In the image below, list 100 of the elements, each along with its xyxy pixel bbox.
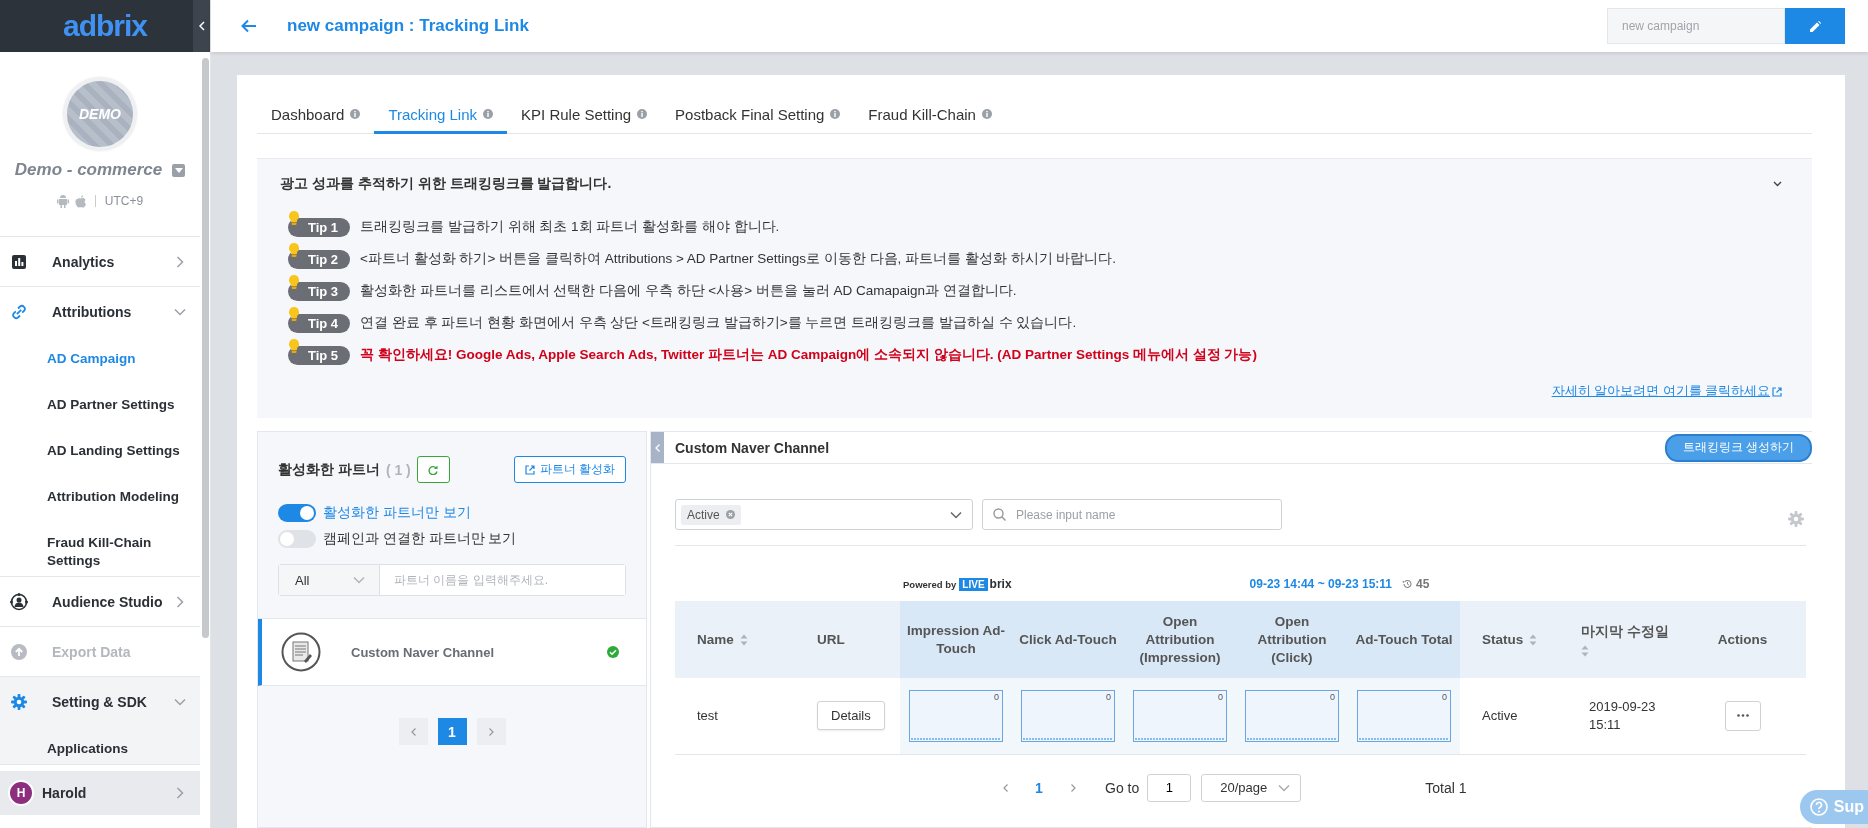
settings-button[interactable]	[1788, 510, 1804, 527]
user-menu[interactable]: H Harold	[0, 771, 200, 815]
page-number-field[interactable]: 1	[1147, 773, 1192, 802]
external-link-icon	[1772, 386, 1782, 397]
apple-icon	[74, 194, 86, 208]
more-icon	[1736, 714, 1749, 718]
dropdown-button[interactable]	[172, 163, 186, 177]
refresh-icon	[428, 464, 439, 475]
metric-value: 0	[994, 691, 999, 702]
nav-subitem[interactable]: Attribution Modeling	[0, 474, 200, 520]
lightbulb-icon	[287, 337, 301, 354]
tip-badge: Tip 2	[288, 249, 351, 269]
nav-item[interactable]: Audience Studio	[0, 577, 200, 626]
link-icon	[11, 303, 27, 320]
info-icon	[350, 109, 361, 119]
user-avatar: H	[8, 780, 34, 806]
tab[interactable]: Dashboard	[257, 97, 375, 134]
nav-item[interactable]: Setting & SDK	[0, 677, 200, 726]
nav-item[interactable]: Analytics	[0, 237, 200, 286]
next-page-button[interactable]	[476, 718, 506, 745]
nav-subitem[interactable]: AD Landing Settings	[0, 428, 200, 474]
column-header: Open Attribution (Click)	[1256, 612, 1328, 667]
tab[interactable]: Fraud Kill-Chain	[854, 97, 1006, 134]
tip-badge: Tip 1	[288, 217, 351, 237]
tab[interactable]: Tracking Link	[374, 97, 508, 134]
total-count: Total 1	[1425, 779, 1467, 796]
partner-filter[interactable]: All 파트너 이름을 입력해주세요.	[278, 564, 626, 596]
nav-subitem[interactable]: Fraud Kill-Chain Settings	[0, 520, 200, 576]
chevron-down-icon	[174, 697, 186, 706]
activate-partner-button[interactable]: 파트너 활성화	[513, 456, 626, 483]
settings-icon	[1788, 510, 1804, 527]
chevron-left-icon	[655, 443, 660, 452]
campaign-name-field[interactable]: new campaign	[1607, 8, 1785, 44]
external-link-icon	[524, 464, 535, 475]
page-button[interactable]: 1	[1027, 774, 1051, 801]
tip-text: 꼭 확인하세요! Google Ads, Apple Search Ads, Twitter 파트너는 AD Campaign에 소속되지 않습니다. (AD Partner Settings 메뉴에서 설정 가능)	[360, 346, 1257, 364]
tab[interactable]: Postback Final Setting	[661, 97, 855, 134]
chevron-right-icon	[176, 255, 184, 268]
lightbulb-icon	[287, 209, 301, 226]
info-icon	[981, 109, 992, 119]
tip-text: 활성화한 파트너를 리스트에서 선택한 다음에 우측 하단 <사용> 버튼을 눌러 AD Camapaign과 연결합니다.	[360, 282, 1017, 300]
remove-icon	[725, 510, 735, 519]
column-header: Impression Ad-Touch	[906, 621, 1006, 658]
type-dropdown[interactable]: All	[279, 565, 380, 595]
collapse-button[interactable]	[193, 0, 210, 52]
edit-button[interactable]	[1785, 8, 1845, 44]
scrollbar[interactable]	[202, 58, 209, 638]
column-header: Name	[697, 630, 734, 649]
search-field[interactable]: Please input name	[982, 499, 1282, 530]
help-link[interactable]: 자세히 알아보려면 여기를 클릭하세요	[1551, 383, 1782, 400]
tip-badge: Tip 4	[288, 313, 351, 333]
details-button[interactable]: Details	[817, 701, 885, 731]
more-button[interactable]	[1724, 700, 1761, 731]
metric-value: 0	[1218, 691, 1223, 702]
document-icon	[281, 632, 321, 672]
collapse-tab[interactable]	[651, 432, 664, 463]
chevron-down-icon	[174, 307, 186, 316]
info-icon	[483, 109, 494, 119]
page-button[interactable]: 1	[437, 718, 467, 745]
tip-text: 연결 완료 후 파트너 현황 화면에서 우측 상단 <트래킹링크 발급하기>를 누르면 트래킹링크를 발급하실 수 있습니다.	[360, 314, 1077, 332]
chevron-right-icon	[488, 727, 494, 736]
partner-item[interactable]: Custom Naver Channel	[258, 619, 646, 686]
tab[interactable]: KPI Rule Setting	[507, 97, 662, 134]
panel-title: Custom Naver Channel	[675, 439, 830, 456]
back-button[interactable]	[241, 19, 257, 33]
chevron-down-icon	[1773, 181, 1782, 187]
filter-tag[interactable]: Active	[681, 504, 741, 525]
account-name: Demo - commerce	[14, 160, 163, 180]
status-filter[interactable]: Active	[675, 499, 973, 530]
android-icon	[56, 194, 69, 208]
chevron-left-icon	[1002, 783, 1008, 792]
avatar-label: DEMO	[79, 106, 121, 122]
metric-value: 0	[1442, 691, 1447, 702]
column-header: 마지막 수정일	[1581, 622, 1669, 641]
adbrix-logo: adbrix	[63, 9, 147, 43]
nav-subitem[interactable]: AD Partner Settings	[0, 382, 200, 428]
refresh-count: 45	[1416, 577, 1430, 591]
table-cell-text: 2019-09-23 15:11	[1589, 697, 1657, 734]
collapse-toggle[interactable]	[1773, 181, 1782, 187]
date-range: 09-23 14:44 ~ 09-23 15:11	[1249, 577, 1393, 591]
page-size-dropdown[interactable]: 20/page	[1201, 773, 1302, 802]
nav-item[interactable]: Attributions	[0, 287, 200, 336]
timezone-label: UTC+9	[104, 194, 144, 208]
chevron-down-icon	[353, 576, 365, 584]
lightbulb-icon	[287, 273, 301, 290]
nav-subitem[interactable]: Applications	[0, 726, 200, 764]
toggle-switch[interactable]	[278, 530, 316, 548]
nav-subitem[interactable]: AD Campaign	[0, 336, 200, 382]
guide-title: 광고 성과를 추적하기 위한 트래킹링크를 발급합니다.	[280, 175, 612, 193]
chevron-down-icon	[950, 510, 962, 519]
column-header: Ad-Touch Total	[1355, 630, 1453, 649]
column-header: Actions	[1717, 630, 1768, 649]
column-header: Status	[1482, 630, 1524, 649]
search-input[interactable]: Please input name	[1014, 506, 1281, 523]
chevron-left-icon	[410, 727, 416, 736]
partner-list-title: 활성화한 파트너	[278, 460, 380, 479]
previous-page-button[interactable]	[398, 718, 428, 745]
refresh-button[interactable]	[416, 456, 450, 483]
lightbulb-icon	[287, 305, 301, 322]
toggle-switch[interactable]	[278, 504, 316, 522]
